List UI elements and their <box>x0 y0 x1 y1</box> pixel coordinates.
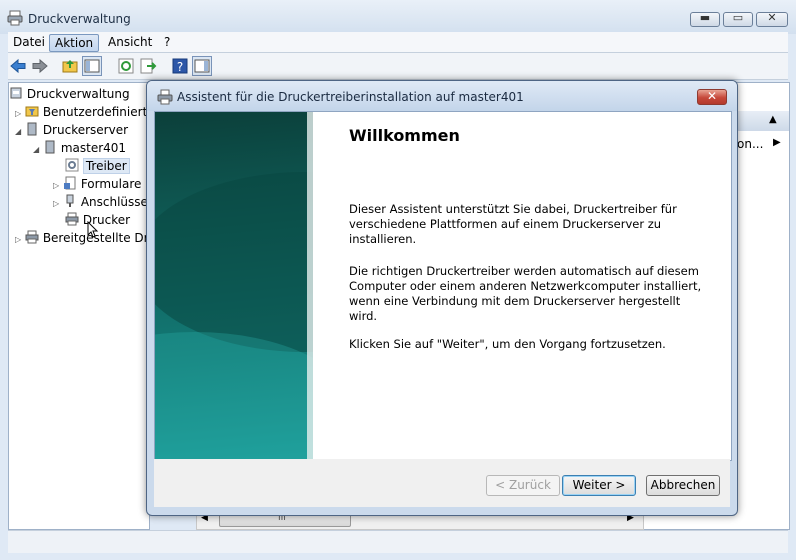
page-headline: Willkommen <box>349 126 460 145</box>
svg-text:?: ? <box>177 60 183 74</box>
forward-button[interactable] <box>30 56 50 76</box>
back-button[interactable] <box>8 56 28 76</box>
tree-label-master401: master401 <box>60 141 127 155</box>
tree-item-print-servers[interactable]: ◢ Druckerserver <box>15 121 128 139</box>
refresh-icon <box>118 58 134 74</box>
wizard-dialog: Assistent für die Druckertreiberinstalla… <box>146 80 738 516</box>
tree-label-anschluesse: Anschlüsse <box>80 195 148 209</box>
menu-datei[interactable]: Datei <box>8 34 50 50</box>
expand-arrow-icon[interactable]: ▷ <box>15 235 21 244</box>
tree-label-formulare: Formulare <box>80 177 142 191</box>
forward-arrow-icon <box>32 58 48 74</box>
submenu-arrow-icon: ▶ <box>773 137 781 148</box>
tree-label-custom-filters: Benutzerdefinierte <box>42 105 150 119</box>
dialog-button-bar: < Zurück Weiter > Abbrechen <box>154 459 730 507</box>
export-list-icon <box>140 58 157 74</box>
mouse-cursor-icon <box>87 221 99 238</box>
refresh-button[interactable] <box>116 56 136 76</box>
collapse-up-icon[interactable]: ▲ <box>769 114 777 125</box>
filter-folder-icon <box>25 106 39 117</box>
dialog-title-bar: Assistent für die Druckertreiberinstalla… <box>147 81 737 111</box>
collapse-arrow-icon[interactable]: ◢ <box>15 127 21 136</box>
wizard-page: Willkommen Dieser Assistent unterstützt … <box>154 111 732 461</box>
printer-app-icon <box>7 10 23 26</box>
server-icon <box>27 122 37 136</box>
expand-arrow-icon[interactable]: ▷ <box>53 181 59 190</box>
printer-icon <box>157 89 173 105</box>
tree-label-treiber: Treiber <box>82 158 130 174</box>
printer-icon <box>65 212 79 226</box>
dialog-close-button[interactable]: ✕ <box>697 89 727 105</box>
back-button[interactable]: < Zurück <box>486 475 560 496</box>
export-list-button[interactable] <box>138 56 158 76</box>
status-bar <box>8 530 788 553</box>
tree-item-root[interactable]: Druckverwaltung <box>9 85 130 103</box>
banner-decoration <box>155 112 313 460</box>
expand-arrow-icon[interactable]: ▷ <box>15 109 21 118</box>
tree-item-anschluesse[interactable]: ▷ Anschlüsse <box>53 193 148 211</box>
expand-arrow-icon[interactable]: ▷ <box>53 199 59 208</box>
console-tree-icon <box>84 59 100 73</box>
collapse-arrow-icon[interactable]: ◢ <box>33 145 39 154</box>
port-icon <box>66 194 74 207</box>
minimize-button[interactable]: ▬ <box>690 11 720 27</box>
tree-item-treiber[interactable]: Treiber <box>65 157 130 175</box>
console-tree: Druckverwaltung ▷ Benutzerdefinierte ◢ D… <box>8 82 150 530</box>
up-folder-button[interactable] <box>60 56 80 76</box>
action-item-more[interactable]: on... <box>737 137 763 151</box>
server-icon <box>45 140 55 154</box>
tree-label-print-servers: Druckerserver <box>42 123 129 137</box>
main-window: Druckverwaltung ▬ ▭ ✕ Datei Aktion Ansic… <box>0 0 796 560</box>
intro-paragraph: Dieser Assistent unterstützt Sie dabei, … <box>349 202 677 246</box>
tree-item-master401[interactable]: ◢ master401 <box>33 139 126 157</box>
window-title: Druckverwaltung <box>28 12 131 26</box>
help-icon: ? <box>172 58 188 74</box>
folder-up-icon <box>62 60 78 73</box>
driver-gear-icon <box>65 158 79 172</box>
show-hide-action-pane-icon <box>194 59 210 73</box>
help-button[interactable]: ? <box>170 56 190 76</box>
forms-icon <box>63 176 76 190</box>
printer-icon <box>25 230 39 244</box>
close-window-button[interactable]: ✕ <box>756 11 788 27</box>
menu-help[interactable]: ? <box>159 34 175 50</box>
tree-item-formulare[interactable]: ▷ Formulare <box>53 175 141 193</box>
back-arrow-icon <box>10 58 26 74</box>
wizard-side-banner <box>155 112 313 460</box>
title-bar: Druckverwaltung ▬ ▭ ✕ <box>0 0 796 34</box>
continue-hint: Klicken Sie auf "Weiter", um den Vorgang… <box>349 337 666 351</box>
menu-ansicht[interactable]: Ansicht <box>103 34 157 50</box>
console-tree-button[interactable] <box>82 56 102 76</box>
maximize-button[interactable]: ▭ <box>723 11 753 27</box>
next-button[interactable]: Weiter > <box>562 475 636 496</box>
toolbar: ? <box>8 53 788 80</box>
tree-item-deployed-printers[interactable]: ▷ Bereitgestellte Dru <box>15 229 149 247</box>
printer-management-icon <box>10 87 22 99</box>
close-icon: ✕ <box>706 89 718 103</box>
menu-aktion[interactable]: Aktion <box>49 34 100 52</box>
tree-item-custom-filters[interactable]: ▷ Benutzerdefinierte <box>15 103 150 121</box>
menu-bar: Datei Aktion Ansicht ? <box>8 32 788 53</box>
action-pane-button[interactable] <box>192 56 212 76</box>
info-paragraph: Die richtigen Druckertreiber werden auto… <box>349 264 702 323</box>
cancel-button[interactable]: Abbrechen <box>646 475 720 496</box>
dialog-title: Assistent für die Druckertreiberinstalla… <box>177 90 524 104</box>
tree-label-root: Druckverwaltung <box>26 87 130 101</box>
